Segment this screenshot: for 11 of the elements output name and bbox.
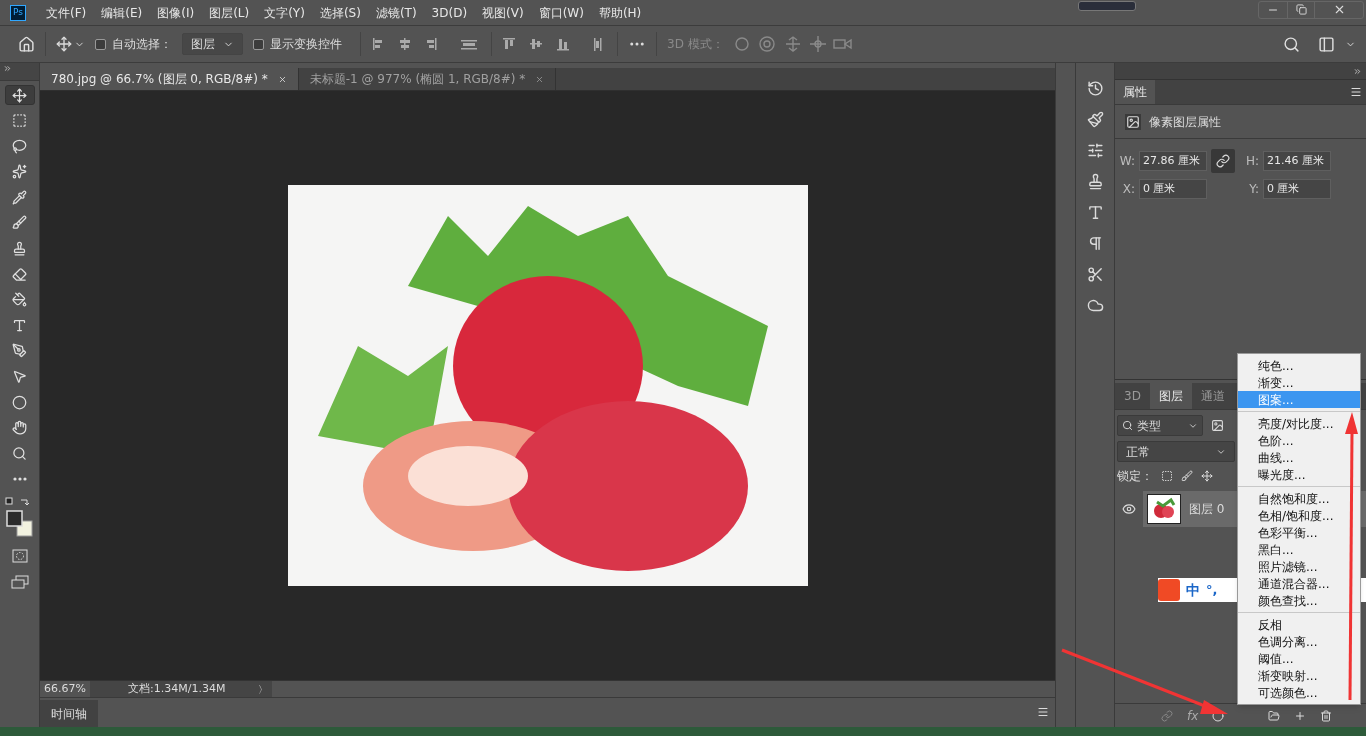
app-logo: Ps	[10, 4, 26, 21]
show-transform-label: 显示变换控件	[270, 36, 342, 53]
field-label: Y:	[1248, 181, 1259, 198]
field-label: W:	[1118, 153, 1135, 170]
lock-label: 锁定：	[1117, 468, 1153, 485]
auto-select-label: 自动选择：	[112, 36, 172, 53]
field-label: X:	[1121, 181, 1135, 198]
section-title: 像素图层属性	[1149, 113, 1221, 131]
layer-name: 图层 0	[1189, 501, 1225, 518]
field-label: H:	[1244, 153, 1259, 170]
document-size: 文档:1.34M/1.34M	[128, 680, 226, 697]
